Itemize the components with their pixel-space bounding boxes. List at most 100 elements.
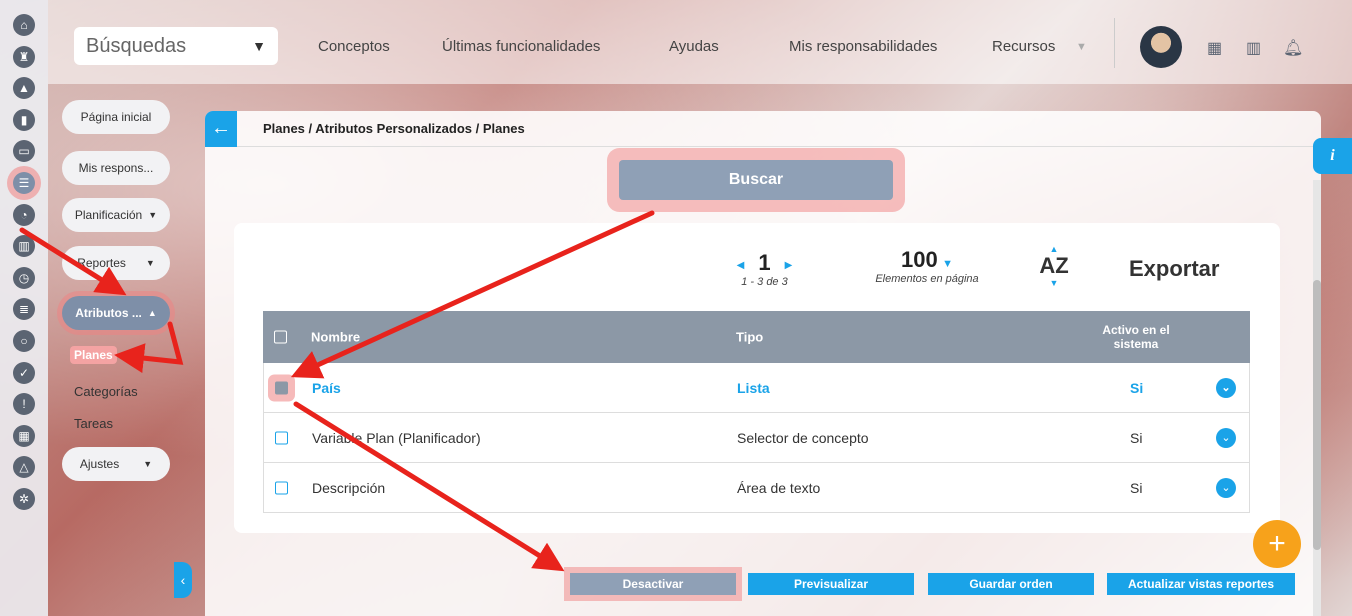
deactivate-button[interactable]: Desactivar [570,573,736,595]
chevron-down-icon: ▼ [942,258,954,270]
nav-ayudas[interactable]: Ayudas [669,38,719,55]
search-select[interactable]: Búsquedas ▼ [74,27,278,65]
table-row[interactable]: Descripción Área de texto Si ⌄ [263,463,1250,513]
chevron-down-icon: ▼ [252,38,266,54]
chevron-down-icon: ▼ [143,459,153,469]
scrollbar[interactable] [1313,180,1321,616]
add-button[interactable]: + [1253,520,1301,568]
header-nombre[interactable]: Nombre [311,330,360,345]
bar-chart-icon[interactable]: ▮ [13,108,35,131]
table-header: Nombre Tipo Activo en el sistema [263,311,1250,363]
sort-label: AZ [1039,253,1069,278]
warning-icon[interactable]: ! [13,393,35,416]
scrollbar-thumb[interactable] [1313,280,1321,550]
topbar-divider [1114,18,1115,68]
header-activo[interactable]: Activo en el sistema [1095,323,1177,351]
check-icon[interactable]: ✓ [13,361,35,384]
sidebar-item-atributos[interactable]: Atributos ... ▲ [62,296,170,330]
circle-icon[interactable]: ○ [13,329,35,352]
per-page-value: 100 [900,247,938,272]
nav-ultimas-funcionalidades[interactable]: Últimas funcionalidades [442,38,600,55]
row-name: Descripción [312,479,386,496]
next-page-icon[interactable]: ▶ [785,260,793,271]
chevron-up-icon: ▲ [147,308,157,318]
sort-button[interactable]: ▲ AZ ▼ [1034,244,1074,288]
sidebar-item-label: Atributos ... [75,306,142,320]
page-range: 1 - 3 de 3 [741,276,788,288]
info-button[interactable]: i [1313,138,1352,174]
export-button[interactable]: Exportar [1129,256,1219,282]
icon-rail: ⌂ ♜ ▲ ▮ ▭ ☰ ◔ ▥ ◷ ≣ ○ ✓ ! ▦ △ ✲ [0,0,48,616]
panel-header: ← Planes / Atributos Personalizados / Pl… [205,110,1321,147]
sidebar-item-label: Mis respons... [78,161,154,175]
sidebar-item-planificacion[interactable]: Planificación ▼ [62,198,170,232]
sidebar-subitem-planes[interactable]: Planes [70,346,117,364]
calendar-icon[interactable]: ▦ [13,424,35,447]
row-checkbox[interactable] [275,431,288,444]
recursos-dropdown-icon[interactable]: ▼ [1076,41,1087,53]
select-all-checkbox[interactable] [274,330,287,344]
tower-icon[interactable]: ♜ [13,45,35,68]
save-order-button[interactable]: Guardar orden [928,573,1094,595]
row-expand-icon[interactable]: ⌄ [1216,427,1236,448]
back-button[interactable]: ← [205,110,237,147]
sort-up-icon: ▲ [1049,244,1059,254]
sidebar-item-mis-respons[interactable]: Mis respons... [62,151,170,185]
table-row[interactable]: Variable Plan (Planificador) Selector de… [263,413,1250,463]
main-panel: ← Planes / Atributos Personalizados / Pl… [205,110,1321,616]
breadcrumb: Planes / Atributos Personalizados / Plan… [263,121,525,136]
page-number: 1 [758,250,771,275]
pie-chart-icon[interactable]: ◔ [13,203,35,226]
presentation-icon[interactable]: ▭ [13,140,35,163]
gear-icon[interactable]: ✲ [13,487,35,510]
collapse-sidebar-button[interactable]: ‹ [174,562,192,598]
network-icon[interactable]: △ [13,456,35,479]
sidebar-item-label: Planificación [74,208,143,222]
header-tipo[interactable]: Tipo [736,330,763,345]
row-type: Selector de concepto [737,429,869,446]
chevron-down-icon: ▼ [148,210,158,220]
triangle-icon[interactable]: ▲ [13,77,35,100]
document-icon[interactable]: ≣ [13,298,35,321]
calendar-icon[interactable]: ▦ [1207,38,1222,58]
chevron-down-icon: ▼ [145,258,155,268]
search-button[interactable]: Buscar [619,160,893,200]
row-checkbox[interactable] [275,381,288,394]
row-name: Variable Plan (Planificador) [312,429,481,446]
table-row[interactable]: País Lista Si ⌄ [263,363,1250,413]
row-checkbox[interactable] [275,481,288,494]
planning-icon[interactable]: ☰ [13,171,35,194]
sidebar-item-ajustes[interactable]: Ajustes ▼ [62,447,170,481]
update-report-views-button[interactable]: Actualizar vistas reportes [1107,573,1295,595]
row-type: Área de texto [737,479,821,496]
search-select-label: Búsquedas [86,34,187,57]
nav-recursos[interactable]: Recursos [992,38,1055,55]
home-icon[interactable]: ⌂ [13,14,35,36]
row-active: Si [1130,379,1144,396]
books-icon[interactable]: ▥ [13,235,35,258]
per-page-label: Elementos en página [875,273,979,285]
per-page-select[interactable]: 100 ▼ Elementos en página [862,247,992,285]
books-icon[interactable]: ▥ [1246,38,1261,58]
preview-button[interactable]: Previsualizar [748,573,914,595]
sidebar-item-pagina-inicial[interactable]: Página inicial [62,100,170,134]
results-card: ◀ 1 ▶ 1 - 3 de 3 100 ▼ Elementos en página… [234,223,1280,533]
prev-page-icon[interactable]: ◀ [737,260,745,271]
attributes-table: Nombre Tipo Activo en el sistema País Li… [263,311,1250,513]
nav-mis-responsabilidades[interactable]: Mis responsabilidades [789,38,937,55]
nav-conceptos[interactable]: Conceptos [318,38,390,55]
sort-down-icon: ▼ [1049,278,1059,288]
clock-icon[interactable]: ◷ [13,266,35,289]
sidebar-subitem-tareas[interactable]: Tareas [74,416,113,431]
row-active: Si [1130,479,1143,496]
sidebar-item-reportes[interactable]: Reportes ▼ [62,246,170,280]
row-name: País [312,379,341,396]
avatar[interactable] [1140,26,1182,68]
row-type: Lista [737,379,770,396]
row-expand-icon[interactable]: ⌄ [1216,377,1236,398]
sidebar-item-label: Página inicial [80,110,152,124]
bell-icon[interactable]: 🔔︎ [1283,38,1303,58]
row-expand-icon[interactable]: ⌄ [1216,477,1236,498]
sidebar-subitem-categorias[interactable]: Categorías [74,384,138,399]
sidebar-item-label: Reportes [77,256,126,270]
